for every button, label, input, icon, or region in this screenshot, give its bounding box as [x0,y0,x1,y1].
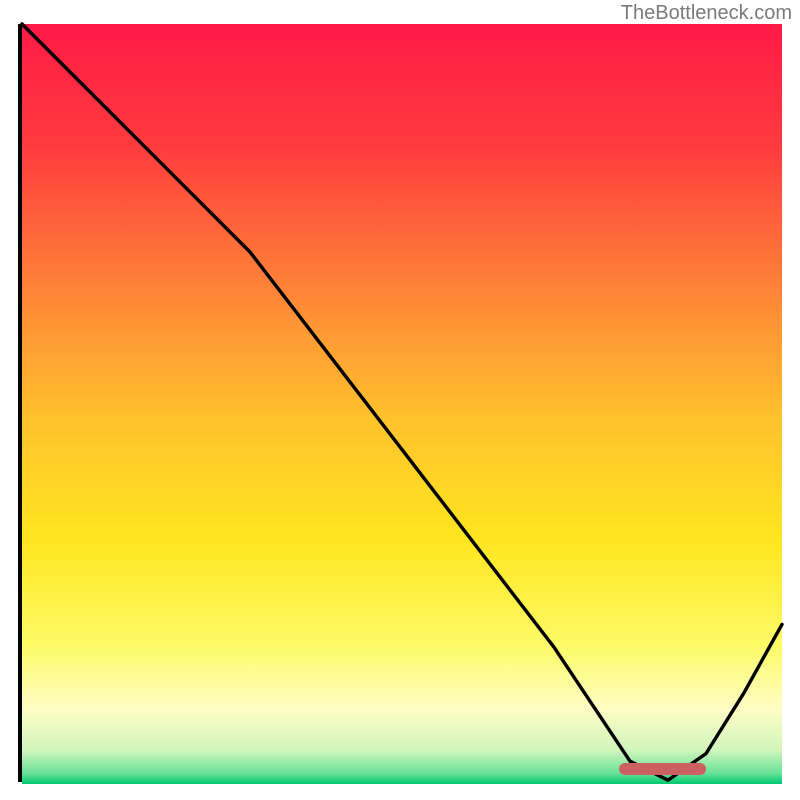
chart-container: TheBottleneck.com [0,0,800,800]
plot-area [18,24,782,782]
optimal-marker [619,763,706,775]
curve-line [22,24,782,784]
attribution-text: TheBottleneck.com [621,2,792,25]
